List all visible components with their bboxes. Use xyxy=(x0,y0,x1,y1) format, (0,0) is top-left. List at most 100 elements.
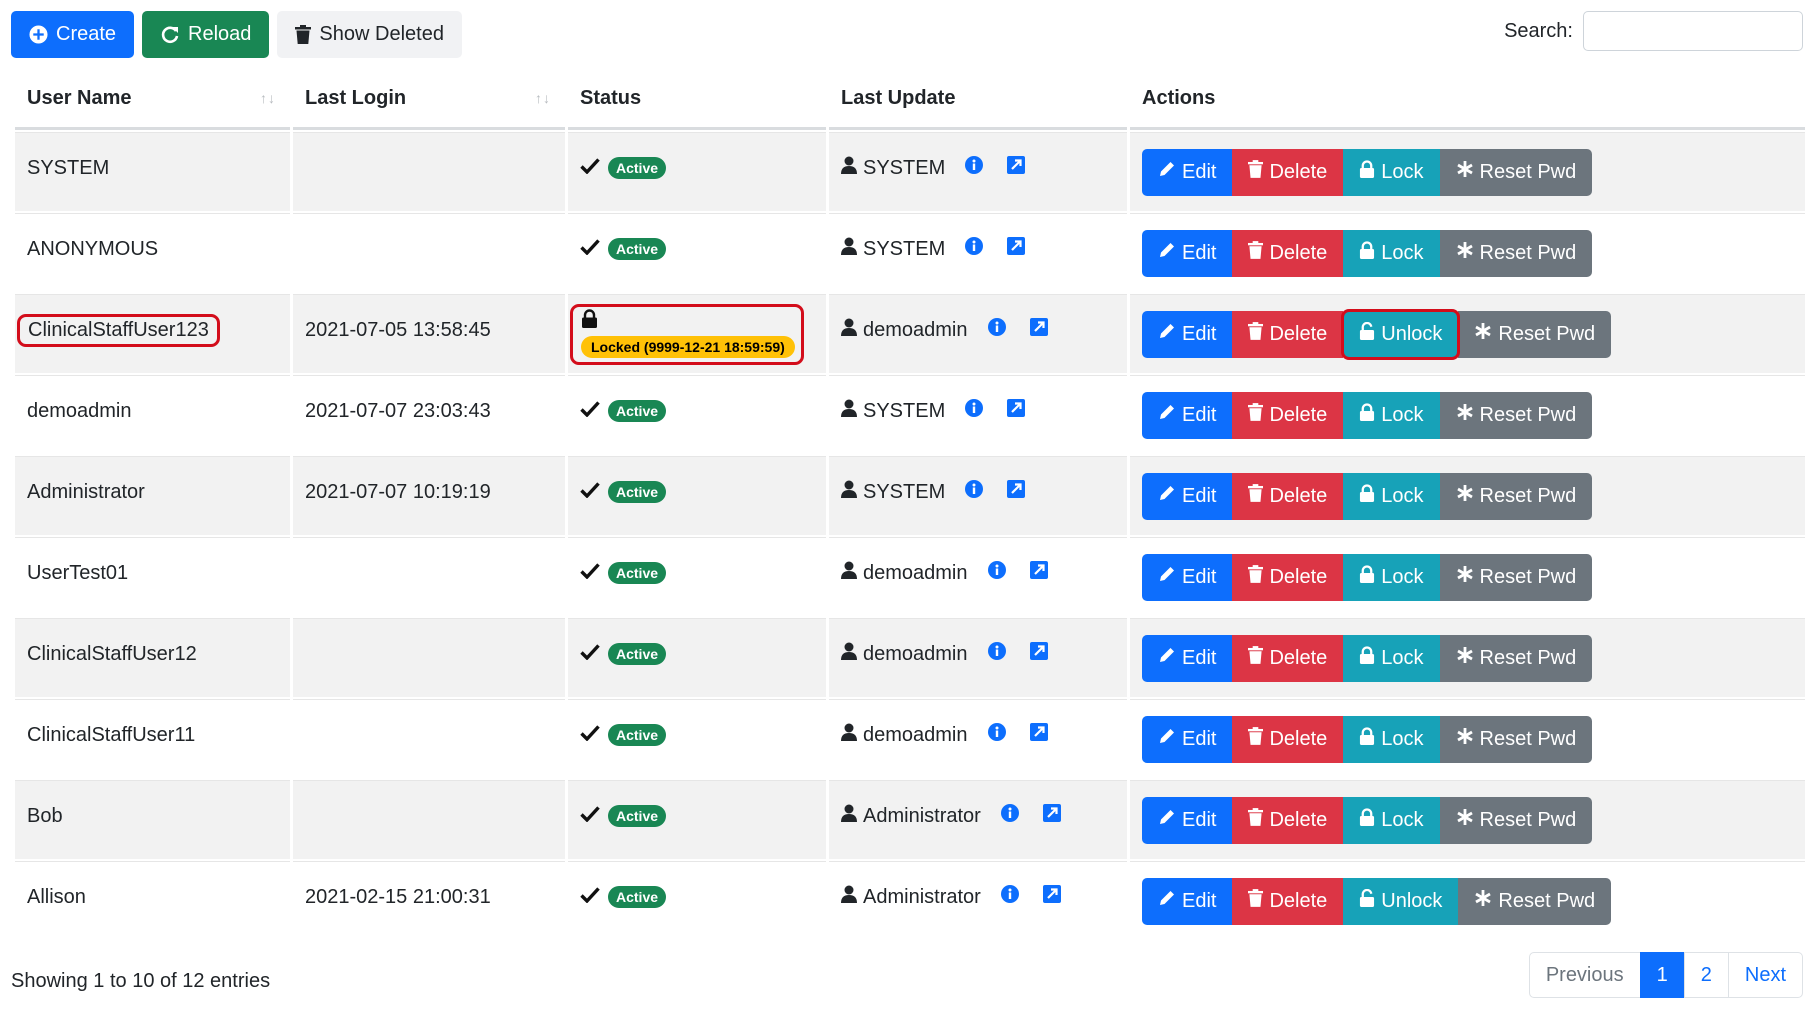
show-deleted-button[interactable]: Show Deleted xyxy=(277,11,462,58)
edit-button[interactable]: Edit xyxy=(1142,310,1233,358)
info-icon[interactable] xyxy=(965,237,984,261)
edit-button[interactable]: Edit xyxy=(1142,877,1233,925)
reset-password-button[interactable]: Reset Pwd xyxy=(1458,877,1612,925)
status-badge-active: Active xyxy=(608,238,667,260)
lock-button[interactable]: Lock xyxy=(1343,634,1440,682)
delete-button[interactable]: Delete xyxy=(1232,796,1344,844)
reset-password-button[interactable]: Reset Pwd xyxy=(1439,472,1593,520)
info-icon[interactable] xyxy=(965,156,984,180)
reset-password-button[interactable]: Reset Pwd xyxy=(1439,148,1593,196)
cell-status: Active xyxy=(568,213,826,292)
edit-button[interactable]: Edit xyxy=(1142,715,1233,763)
lock-button[interactable]: Lock xyxy=(1343,796,1440,844)
cell-status: Active xyxy=(568,618,826,697)
create-button[interactable]: Create xyxy=(11,11,135,58)
delete-button[interactable]: Delete xyxy=(1232,310,1344,358)
user-name: ClinicalStaffUser12 xyxy=(27,643,197,665)
reload-label: Reload xyxy=(188,23,252,45)
delete-button[interactable]: Delete xyxy=(1232,715,1344,763)
delete-button[interactable]: Delete xyxy=(1232,472,1344,520)
table-row: Bob Active Administrator Edit Delete Loc… xyxy=(15,780,1805,859)
cell-last-update: SYSTEM xyxy=(829,213,1127,292)
edit-button[interactable]: Edit xyxy=(1142,796,1233,844)
cell-actions: Edit Delete Lock Reset Pwd xyxy=(1130,132,1805,211)
reset-password-button[interactable]: Reset Pwd xyxy=(1439,796,1593,844)
info-icon[interactable] xyxy=(1000,804,1019,828)
lock-button[interactable]: Lock xyxy=(1343,472,1440,520)
delete-button[interactable]: Delete xyxy=(1232,634,1344,682)
info-icon[interactable] xyxy=(987,561,1006,585)
cell-user-name: Bob xyxy=(15,780,290,859)
plus-circle-icon xyxy=(29,25,48,44)
reset-password-button[interactable]: Reset Pwd xyxy=(1458,310,1612,358)
delete-button[interactable]: Delete xyxy=(1232,229,1344,277)
info-icon[interactable] xyxy=(987,642,1006,666)
cell-actions: Edit Delete Unlock Reset Pwd xyxy=(1130,861,1805,940)
edit-button[interactable]: Edit xyxy=(1142,553,1233,601)
updated-by: SYSTEM xyxy=(863,399,946,422)
previous-page-button[interactable]: Previous xyxy=(1528,952,1641,998)
external-link-icon[interactable] xyxy=(1029,318,1048,342)
next-page-button[interactable]: Next xyxy=(1727,952,1803,998)
updated-by: demoadmin xyxy=(863,642,968,665)
edit-button[interactable]: Edit xyxy=(1142,634,1233,682)
unlock-button[interactable]: Unlock xyxy=(1343,877,1459,925)
info-icon[interactable] xyxy=(965,480,984,504)
reset-password-button[interactable]: Reset Pwd xyxy=(1439,634,1593,682)
trash-icon xyxy=(1248,808,1264,832)
edit-button[interactable]: Edit xyxy=(1142,391,1233,439)
external-link-icon[interactable] xyxy=(1007,237,1026,261)
external-link-icon[interactable] xyxy=(1029,561,1048,585)
cell-user-name: UserTest01 xyxy=(15,537,290,616)
cell-user-name: ClinicalStaffUser12 xyxy=(15,618,290,697)
lock-button[interactable]: Lock xyxy=(1343,715,1440,763)
info-icon[interactable] xyxy=(987,723,1006,747)
lock-button[interactable]: Lock xyxy=(1343,229,1440,277)
edit-button[interactable]: Edit xyxy=(1142,148,1233,196)
external-link-icon[interactable] xyxy=(1007,399,1026,423)
column-header-last-login[interactable]: Last Login ↑↓ xyxy=(293,70,565,130)
page-2-button[interactable]: 2 xyxy=(1683,952,1729,998)
sort-icon[interactable]: ↑↓ xyxy=(535,90,551,106)
info-icon[interactable] xyxy=(987,318,1006,342)
reload-button[interactable]: Reload xyxy=(142,11,270,58)
reset-password-button[interactable]: Reset Pwd xyxy=(1439,391,1593,439)
asterisk-icon xyxy=(1456,727,1474,751)
updated-by: demoadmin xyxy=(863,318,968,341)
updated-by: SYSTEM xyxy=(863,156,946,179)
pencil-icon xyxy=(1158,322,1176,346)
column-header-user-name[interactable]: User Name ↑↓ xyxy=(15,70,290,130)
external-link-icon[interactable] xyxy=(1042,804,1061,828)
delete-button[interactable]: Delete xyxy=(1232,391,1344,439)
info-icon[interactable] xyxy=(1000,885,1019,909)
reset-password-button[interactable]: Reset Pwd xyxy=(1439,229,1593,277)
reset-password-button[interactable]: Reset Pwd xyxy=(1439,715,1593,763)
asterisk-icon xyxy=(1456,808,1474,832)
delete-button[interactable]: Delete xyxy=(1232,553,1344,601)
person-icon xyxy=(841,804,857,828)
check-icon xyxy=(580,481,600,504)
delete-button[interactable]: Delete xyxy=(1232,148,1344,196)
lock-button[interactable]: Lock xyxy=(1343,553,1440,601)
search-input[interactable] xyxy=(1583,11,1803,51)
external-link-icon[interactable] xyxy=(1042,885,1061,909)
delete-button[interactable]: Delete xyxy=(1232,877,1344,925)
page-1-button[interactable]: 1 xyxy=(1639,952,1685,998)
external-link-icon[interactable] xyxy=(1029,642,1048,666)
user-name: Bob xyxy=(27,805,63,827)
external-link-icon[interactable] xyxy=(1029,723,1048,747)
check-icon xyxy=(580,805,600,828)
lock-button[interactable]: Lock xyxy=(1343,148,1440,196)
reset-password-button[interactable]: Reset Pwd xyxy=(1439,553,1593,601)
external-link-icon[interactable] xyxy=(1007,156,1026,180)
external-link-icon[interactable] xyxy=(1007,480,1026,504)
edit-button[interactable]: Edit xyxy=(1142,229,1233,277)
cell-status: Active xyxy=(568,456,826,535)
unlock-button[interactable]: Unlock xyxy=(1341,308,1461,360)
cell-last-login xyxy=(293,699,565,778)
cell-actions: Edit Delete Lock Reset Pwd xyxy=(1130,213,1805,292)
edit-button[interactable]: Edit xyxy=(1142,472,1233,520)
sort-icon[interactable]: ↑↓ xyxy=(260,90,276,106)
lock-button[interactable]: Lock xyxy=(1343,391,1440,439)
info-icon[interactable] xyxy=(965,399,984,423)
